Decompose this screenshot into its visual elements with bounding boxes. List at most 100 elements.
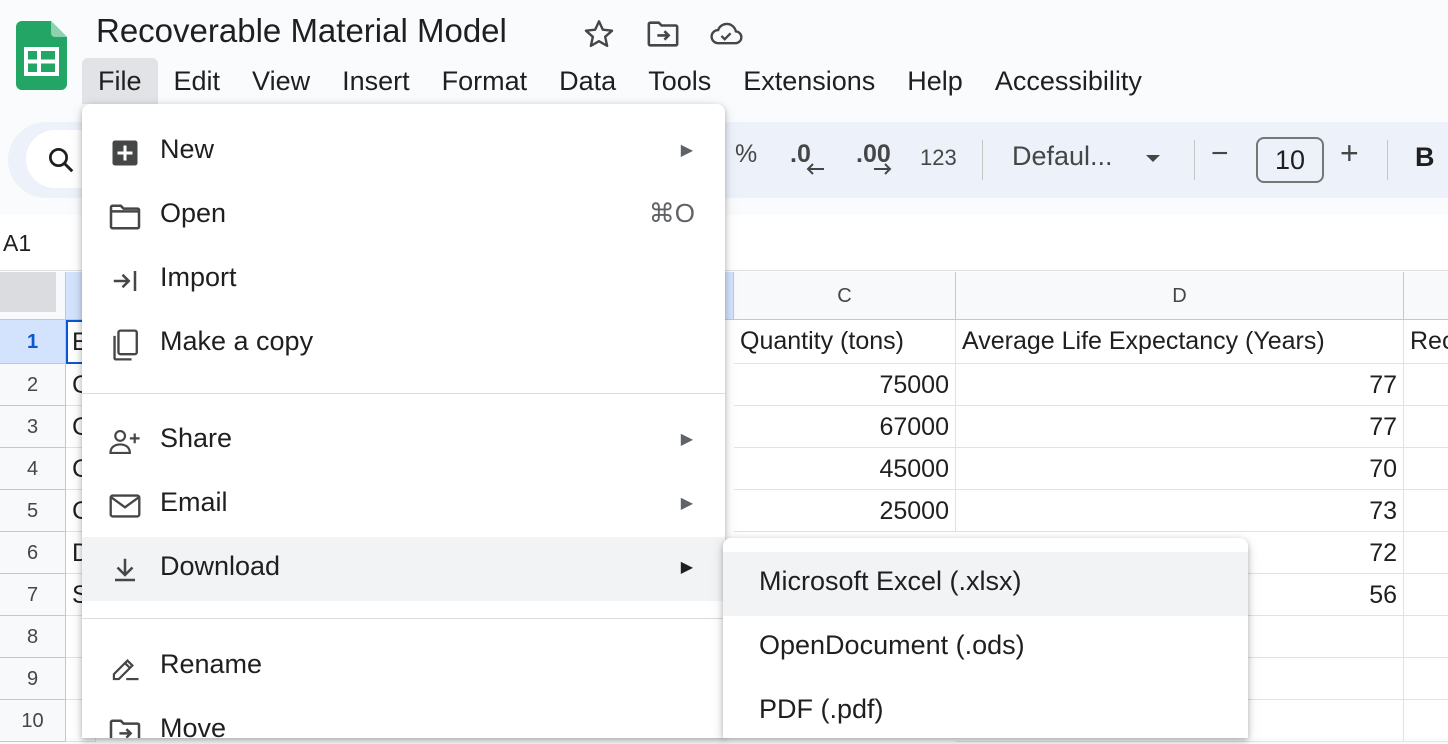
menu-item-label: Make a copy xyxy=(160,326,314,356)
corner-shade xyxy=(0,272,56,312)
cell-e6[interactable] xyxy=(1404,532,1448,574)
menu-accessibility[interactable]: Accessibility xyxy=(979,58,1158,104)
menu-item-rename[interactable]: Rename xyxy=(82,635,725,699)
cloud-saved-icon[interactable] xyxy=(709,17,743,51)
column-header-c[interactable]: C xyxy=(734,272,956,320)
sheets-logo-icon[interactable] xyxy=(16,21,67,90)
shortcut-label: ⌘O xyxy=(648,198,695,228)
rename-pencil-icon xyxy=(108,651,142,685)
cell-e9[interactable] xyxy=(1404,658,1448,700)
menu-item-label: Email xyxy=(160,487,228,517)
cell-e3[interactable] xyxy=(1404,406,1448,448)
cell-d5[interactable]: 73 xyxy=(956,490,1404,532)
row-header[interactable]: 2 xyxy=(0,364,66,406)
cell-e8[interactable] xyxy=(1404,616,1448,658)
menu-item-label: Open xyxy=(160,198,227,228)
submenu-arrow-icon: ▶ xyxy=(680,431,693,448)
arrow-left-icon xyxy=(806,163,824,175)
cell-e2[interactable] xyxy=(1404,364,1448,406)
download-ods[interactable]: OpenDocument (.ods) xyxy=(723,616,1248,680)
increase-font-size-button[interactable]: + xyxy=(1340,135,1359,172)
menu-item-label: Share xyxy=(160,423,233,453)
download-xlsx[interactable]: Microsoft Excel (.xlsx) xyxy=(723,552,1248,616)
download-icon xyxy=(108,553,142,587)
format-percent-button[interactable]: % xyxy=(735,140,757,169)
document-title[interactable]: Recoverable Material Model xyxy=(96,12,507,50)
download-submenu: Microsoft Excel (.xlsx) OpenDocument (.o… xyxy=(723,538,1248,738)
menu-item-download[interactable]: Download ▶ xyxy=(82,537,725,601)
import-icon xyxy=(108,264,142,298)
cell-d3[interactable]: 77 xyxy=(956,406,1404,448)
cell-c5[interactable]: 25000 xyxy=(734,490,956,532)
file-menu: New ▶ Open ⌘O Import Make a copy Share ▶… xyxy=(82,104,725,738)
number-format-button[interactable]: 123 xyxy=(920,145,957,171)
submenu-item-label: PDF (.pdf) xyxy=(759,694,884,724)
cell-e5[interactable] xyxy=(1404,490,1448,532)
menu-bar: File Edit View Insert Format Data Tools … xyxy=(82,58,1158,104)
row-header[interactable]: 8 xyxy=(0,616,66,658)
cell-c2[interactable]: 75000 xyxy=(734,364,956,406)
submenu-arrow-icon: ▶ xyxy=(680,559,693,576)
decrease-decimal-button[interactable]: .0 xyxy=(790,140,824,175)
menu-insert[interactable]: Insert xyxy=(326,58,426,104)
cell-d2[interactable]: 77 xyxy=(956,364,1404,406)
menu-format[interactable]: Format xyxy=(426,58,544,104)
cell-c4[interactable]: 45000 xyxy=(734,448,956,490)
row-header[interactable]: 1 xyxy=(0,320,66,364)
menu-divider xyxy=(82,393,725,394)
decrease-font-size-button[interactable]: − xyxy=(1211,137,1229,171)
menu-item-open[interactable]: Open ⌘O xyxy=(82,184,725,248)
menu-item-make-a-copy[interactable]: Make a copy xyxy=(82,312,725,376)
row-header[interactable]: 5 xyxy=(0,490,66,532)
font-family-select[interactable]: Defaul... xyxy=(1012,141,1113,172)
submenu-arrow-icon: ▶ xyxy=(680,495,693,512)
mail-icon xyxy=(108,489,142,523)
cell-e7[interactable] xyxy=(1404,574,1448,616)
download-pdf[interactable]: PDF (.pdf) xyxy=(723,680,1248,744)
menu-item-move[interactable]: Move xyxy=(82,699,725,738)
column-header-d[interactable]: D xyxy=(956,272,1404,320)
toolbar-divider xyxy=(1194,140,1195,180)
cell-d4[interactable]: 70 xyxy=(956,448,1404,490)
menu-help[interactable]: Help xyxy=(891,58,979,104)
menu-item-share[interactable]: Share ▶ xyxy=(82,409,725,473)
menu-file[interactable]: File xyxy=(82,58,158,104)
cell-d1[interactable]: Average Life Expectancy (Years) xyxy=(956,320,1404,364)
row-header[interactable]: 4 xyxy=(0,448,66,490)
name-box[interactable]: A1 xyxy=(3,230,31,257)
menu-data[interactable]: Data xyxy=(543,58,632,104)
menu-item-import[interactable]: Import xyxy=(82,248,725,312)
increase-decimal-button[interactable]: .00 xyxy=(856,140,892,175)
menu-item-label: Import xyxy=(160,262,237,292)
column-header-e[interactable] xyxy=(1404,272,1448,320)
cell-e1[interactable]: Rec xyxy=(1404,320,1448,364)
font-size-input[interactable]: 10 xyxy=(1256,137,1324,183)
folder-icon xyxy=(108,200,142,234)
cell-e4[interactable] xyxy=(1404,448,1448,490)
row-header[interactable]: 3 xyxy=(0,406,66,448)
row-header[interactable]: 7 xyxy=(0,574,66,616)
row-header[interactable]: 10 xyxy=(0,700,66,742)
cell-e10[interactable] xyxy=(1404,700,1448,742)
menu-item-label: Rename xyxy=(160,649,263,679)
menu-item-new[interactable]: New ▶ xyxy=(82,120,725,184)
move-to-folder-icon[interactable] xyxy=(646,17,680,51)
menu-view[interactable]: View xyxy=(236,58,326,104)
new-sheet-icon xyxy=(108,136,142,170)
caret-down-icon[interactable] xyxy=(1144,153,1162,165)
move-folder-icon xyxy=(108,715,142,738)
submenu-item-label: OpenDocument (.ods) xyxy=(759,630,1025,660)
search-icon xyxy=(46,145,76,175)
menu-item-email[interactable]: Email ▶ xyxy=(82,473,725,537)
copy-icon xyxy=(108,328,142,362)
star-icon[interactable] xyxy=(582,17,616,51)
menu-item-label: Download xyxy=(160,551,281,581)
cell-c1[interactable]: Quantity (tons) xyxy=(734,320,956,364)
menu-extensions[interactable]: Extensions xyxy=(727,58,891,104)
menu-edit[interactable]: Edit xyxy=(158,58,237,104)
bold-button[interactable]: B xyxy=(1415,142,1435,173)
menu-tools[interactable]: Tools xyxy=(632,58,727,104)
row-header[interactable]: 9 xyxy=(0,658,66,700)
cell-c3[interactable]: 67000 xyxy=(734,406,956,448)
row-header[interactable]: 6 xyxy=(0,532,66,574)
